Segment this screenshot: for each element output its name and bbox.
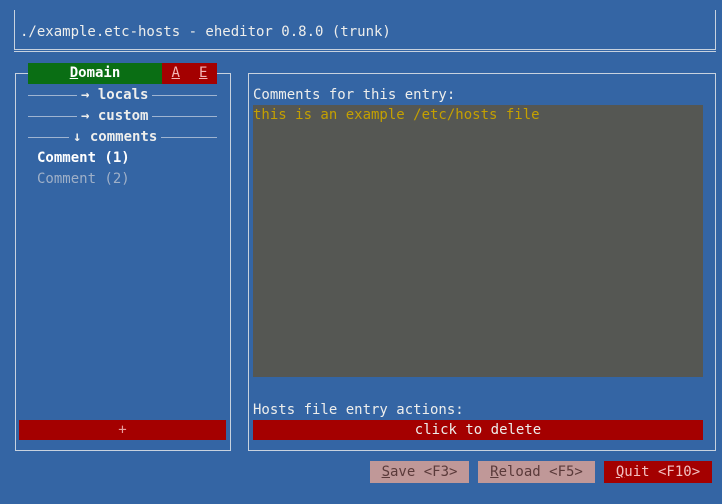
save-label: ave <F3> — [390, 464, 458, 480]
window-title: ./example.etc-hosts - eheditor 0.8.0 (tr… — [20, 24, 391, 40]
add-entry-button[interactable]: + — [19, 420, 226, 440]
reload-button[interactable]: Reload <F5> — [478, 461, 595, 483]
tab-domain[interactable]: Domain — [28, 63, 162, 84]
tree-item-label: → custom — [77, 106, 153, 127]
save-hotkey: S — [381, 464, 390, 480]
tab-e[interactable]: E — [199, 63, 207, 84]
title-divider — [14, 51, 716, 52]
tree-item-custom[interactable]: → custom — [28, 106, 217, 127]
quit-button[interactable]: Quit <F10> — [604, 461, 712, 483]
tree-item-comments[interactable]: ↓ comments — [28, 127, 217, 148]
list-item-comment-2[interactable]: Comment (2) — [37, 169, 130, 190]
tab-ae-group: A E — [162, 63, 217, 84]
delete-entry-button[interactable]: click to delete — [253, 420, 703, 440]
quit-label: uit <F10> — [624, 464, 701, 480]
save-button[interactable]: Save <F3> — [370, 461, 469, 483]
tree-item-label: ↓ comments — [69, 127, 162, 148]
tab-domain-label: omain — [78, 65, 121, 81]
comments-label: Comments for this entry: — [253, 87, 456, 103]
tab-a[interactable]: A — [172, 63, 180, 84]
actions-label: Hosts file entry actions: — [253, 402, 464, 418]
list-item-comment-1[interactable]: Comment (1) — [37, 148, 130, 169]
tree-item-locals[interactable]: → locals — [28, 85, 217, 106]
reload-hotkey: R — [490, 464, 499, 480]
tree-item-label: → locals — [77, 85, 153, 106]
tab-domain-hotkey: D — [69, 65, 79, 81]
comment-textarea[interactable]: this is an example /etc/hosts file — [253, 105, 703, 377]
reload-label: eload <F5> — [498, 464, 583, 480]
